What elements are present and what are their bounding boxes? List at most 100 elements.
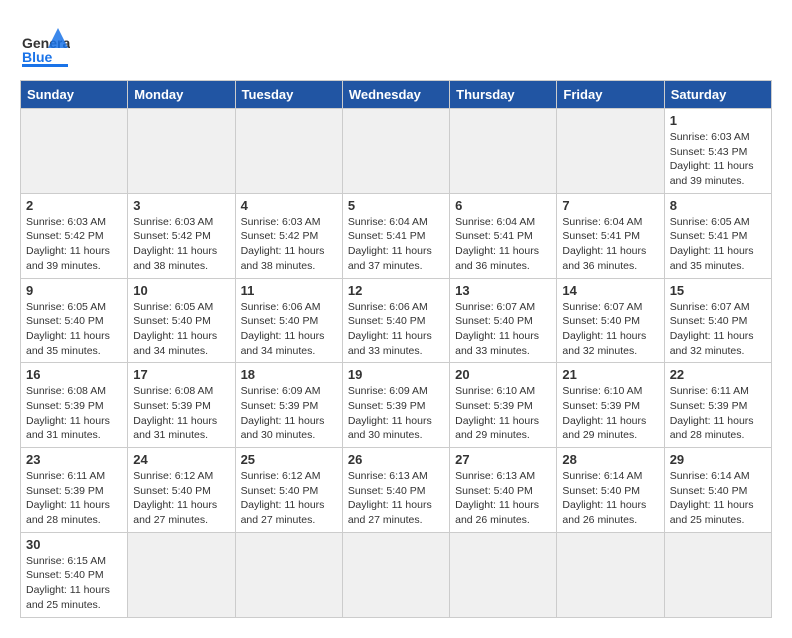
day-info: Sunrise: 6:14 AMSunset: 5:40 PMDaylight:…	[670, 469, 766, 528]
weekday-header-sunday: Sunday	[21, 81, 128, 109]
day-info: Sunrise: 6:05 AMSunset: 5:40 PMDaylight:…	[26, 300, 122, 359]
day-number: 14	[562, 283, 658, 298]
day-number: 21	[562, 367, 658, 382]
calendar-cell: 16Sunrise: 6:08 AMSunset: 5:39 PMDayligh…	[21, 363, 128, 448]
calendar-cell: 22 Sunrise: 6:11 AMSunset: 5:39 PMDayligh…	[664, 363, 771, 448]
calendar-row-5: 23 Sunrise: 6:11 AMSunset: 5:39 PMDayligh…	[21, 448, 772, 533]
calendar-cell: 25 Sunrise: 6:12 AMSunset: 5:40 PMDayligh…	[235, 448, 342, 533]
calendar-cell: 2Sunrise: 6:03 AMSunset: 5:42 PMDaylight…	[21, 193, 128, 278]
day-info: Sunrise: 6:14 AMSunset: 5:40 PMDaylight:…	[562, 469, 658, 528]
day-number: 11	[241, 283, 337, 298]
calendar-cell: 5 Sunrise: 6:04 AMSunset: 5:41 PMDaylight…	[342, 193, 449, 278]
calendar-cell: 18 Sunrise: 6:09 AMSunset: 5:39 PMDayligh…	[235, 363, 342, 448]
day-info: Sunrise: 6:07 AMSunset: 5:40 PMDaylight:…	[670, 300, 766, 359]
calendar-cell	[557, 109, 664, 194]
day-info: Sunrise: 6:12 AMSunset: 5:40 PMDaylight:…	[133, 469, 229, 528]
calendar-cell: 24 Sunrise: 6:12 AMSunset: 5:40 PMDayligh…	[128, 448, 235, 533]
day-number: 6	[455, 198, 551, 213]
calendar-cell: 13 Sunrise: 6:07 AMSunset: 5:40 PMDayligh…	[450, 278, 557, 363]
logo: General Blue	[20, 20, 70, 70]
weekday-header-monday: Monday	[128, 81, 235, 109]
calendar-cell: 6Sunrise: 6:04 AMSunset: 5:41 PMDaylight…	[450, 193, 557, 278]
day-info: Sunrise: 6:03 AMSunset: 5:42 PMDaylight:…	[26, 215, 122, 274]
day-number: 24	[133, 452, 229, 467]
calendar-row-6: 30Sunrise: 6:15 AMSunset: 5:40 PMDayligh…	[21, 532, 772, 617]
day-number: 5	[348, 198, 444, 213]
day-info: Sunrise: 6:08 AMSunset: 5:39 PMDaylight:…	[26, 384, 122, 443]
calendar-cell	[128, 109, 235, 194]
day-number: 20	[455, 367, 551, 382]
day-info: Sunrise: 6:12 AMSunset: 5:40 PMDaylight:…	[241, 469, 337, 528]
calendar-row-1: 1 Sunrise: 6:03 AMSunset: 5:43 PMDaylight…	[21, 109, 772, 194]
calendar-cell	[21, 109, 128, 194]
day-info: Sunrise: 6:10 AMSunset: 5:39 PMDaylight:…	[455, 384, 551, 443]
day-info: Sunrise: 6:13 AMSunset: 5:40 PMDaylight:…	[348, 469, 444, 528]
calendar-cell: 8Sunrise: 6:05 AMSunset: 5:41 PMDaylight…	[664, 193, 771, 278]
day-info: Sunrise: 6:07 AMSunset: 5:40 PMDaylight:…	[562, 300, 658, 359]
calendar-cell: 21 Sunrise: 6:10 AMSunset: 5:39 PMDayligh…	[557, 363, 664, 448]
day-info: Sunrise: 6:05 AMSunset: 5:41 PMDaylight:…	[670, 215, 766, 274]
day-number: 1	[670, 113, 766, 128]
calendar-cell	[450, 109, 557, 194]
day-number: 18	[241, 367, 337, 382]
day-info: Sunrise: 6:07 AMSunset: 5:40 PMDaylight:…	[455, 300, 551, 359]
day-info: Sunrise: 6:03 AMSunset: 5:42 PMDaylight:…	[241, 215, 337, 274]
weekday-header-friday: Friday	[557, 81, 664, 109]
svg-text:Blue: Blue	[22, 49, 53, 65]
day-info: Sunrise: 6:11 AMSunset: 5:39 PMDaylight:…	[670, 384, 766, 443]
day-number: 9	[26, 283, 122, 298]
day-info: Sunrise: 6:04 AMSunset: 5:41 PMDaylight:…	[348, 215, 444, 274]
calendar-cell: 14 Sunrise: 6:07 AMSunset: 5:40 PMDayligh…	[557, 278, 664, 363]
day-number: 12	[348, 283, 444, 298]
calendar-table: SundayMondayTuesdayWednesdayThursdayFrid…	[20, 80, 772, 618]
weekday-header-saturday: Saturday	[664, 81, 771, 109]
day-number: 19	[348, 367, 444, 382]
calendar-cell: 7 Sunrise: 6:04 AMSunset: 5:41 PMDaylight…	[557, 193, 664, 278]
day-info: Sunrise: 6:06 AMSunset: 5:40 PMDaylight:…	[348, 300, 444, 359]
day-info: Sunrise: 6:10 AMSunset: 5:39 PMDaylight:…	[562, 384, 658, 443]
day-number: 25	[241, 452, 337, 467]
calendar-cell: 26Sunrise: 6:13 AMSunset: 5:40 PMDayligh…	[342, 448, 449, 533]
calendar-cell: 10Sunrise: 6:05 AMSunset: 5:40 PMDayligh…	[128, 278, 235, 363]
weekday-header-wednesday: Wednesday	[342, 81, 449, 109]
day-info: Sunrise: 6:05 AMSunset: 5:40 PMDaylight:…	[133, 300, 229, 359]
calendar-cell	[342, 532, 449, 617]
calendar-cell	[235, 532, 342, 617]
calendar-cell: 29 Sunrise: 6:14 AMSunset: 5:40 PMDayligh…	[664, 448, 771, 533]
calendar-cell: 19 Sunrise: 6:09 AMSunset: 5:39 PMDayligh…	[342, 363, 449, 448]
calendar-cell: 17Sunrise: 6:08 AMSunset: 5:39 PMDayligh…	[128, 363, 235, 448]
calendar-row-3: 9 Sunrise: 6:05 AMSunset: 5:40 PMDaylight…	[21, 278, 772, 363]
day-number: 7	[562, 198, 658, 213]
weekday-header-thursday: Thursday	[450, 81, 557, 109]
day-info: Sunrise: 6:08 AMSunset: 5:39 PMDaylight:…	[133, 384, 229, 443]
day-number: 27	[455, 452, 551, 467]
day-info: Sunrise: 6:11 AMSunset: 5:39 PMDaylight:…	[26, 469, 122, 528]
day-number: 3	[133, 198, 229, 213]
day-info: Sunrise: 6:09 AMSunset: 5:39 PMDaylight:…	[241, 384, 337, 443]
calendar-cell: 3 Sunrise: 6:03 AMSunset: 5:42 PMDaylight…	[128, 193, 235, 278]
day-info: Sunrise: 6:03 AMSunset: 5:43 PMDaylight:…	[670, 130, 766, 189]
calendar-cell	[235, 109, 342, 194]
day-number: 15	[670, 283, 766, 298]
day-number: 23	[26, 452, 122, 467]
calendar-cell: 23 Sunrise: 6:11 AMSunset: 5:39 PMDayligh…	[21, 448, 128, 533]
day-info: Sunrise: 6:13 AMSunset: 5:40 PMDaylight:…	[455, 469, 551, 528]
day-number: 13	[455, 283, 551, 298]
day-info: Sunrise: 6:15 AMSunset: 5:40 PMDaylight:…	[26, 554, 122, 613]
calendar-cell: 20 Sunrise: 6:10 AMSunset: 5:39 PMDayligh…	[450, 363, 557, 448]
calendar-cell: 11 Sunrise: 6:06 AMSunset: 5:40 PMDayligh…	[235, 278, 342, 363]
day-info: Sunrise: 6:04 AMSunset: 5:41 PMDaylight:…	[562, 215, 658, 274]
calendar-cell: 28 Sunrise: 6:14 AMSunset: 5:40 PMDayligh…	[557, 448, 664, 533]
day-info: Sunrise: 6:03 AMSunset: 5:42 PMDaylight:…	[133, 215, 229, 274]
day-number: 29	[670, 452, 766, 467]
calendar-cell: 12 Sunrise: 6:06 AMSunset: 5:40 PMDayligh…	[342, 278, 449, 363]
calendar-cell	[557, 532, 664, 617]
calendar-row-2: 2Sunrise: 6:03 AMSunset: 5:42 PMDaylight…	[21, 193, 772, 278]
day-number: 22	[670, 367, 766, 382]
calendar-cell	[342, 109, 449, 194]
calendar-cell	[450, 532, 557, 617]
day-info: Sunrise: 6:06 AMSunset: 5:40 PMDaylight:…	[241, 300, 337, 359]
day-number: 28	[562, 452, 658, 467]
day-info: Sunrise: 6:09 AMSunset: 5:39 PMDaylight:…	[348, 384, 444, 443]
day-number: 4	[241, 198, 337, 213]
